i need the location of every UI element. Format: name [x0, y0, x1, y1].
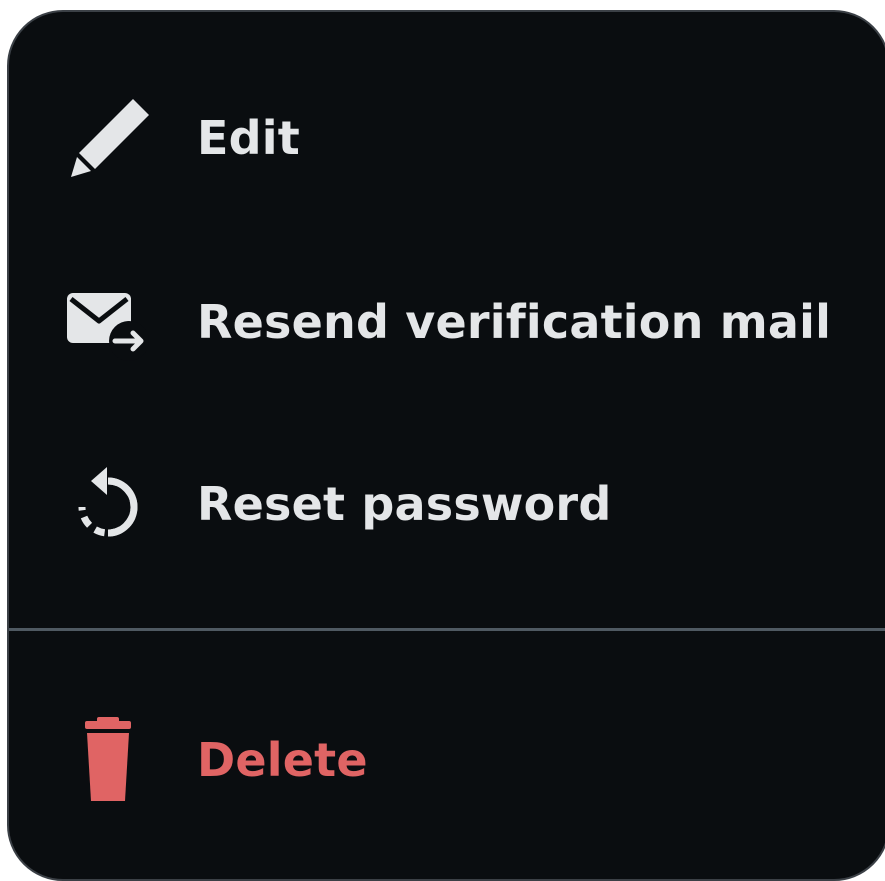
menu-item-resend-verification-mail[interactable]: Resend verification mail [9, 262, 885, 382]
mail-forward-icon [63, 277, 153, 367]
context-menu: Edit Resend verification mail Reset pass… [7, 10, 885, 881]
menu-item-label: Reset password [197, 477, 612, 531]
menu-item-label: Delete [197, 733, 368, 787]
menu-divider [9, 628, 885, 631]
menu-item-label: Edit [197, 111, 300, 165]
menu-item-delete[interactable]: Delete [9, 700, 885, 820]
pencil-icon [63, 93, 153, 183]
menu-item-reset-password[interactable]: Reset password [9, 444, 885, 564]
menu-item-edit[interactable]: Edit [9, 78, 885, 198]
menu-item-label: Resend verification mail [197, 295, 832, 349]
reset-icon [63, 459, 153, 549]
trash-icon [63, 715, 153, 805]
